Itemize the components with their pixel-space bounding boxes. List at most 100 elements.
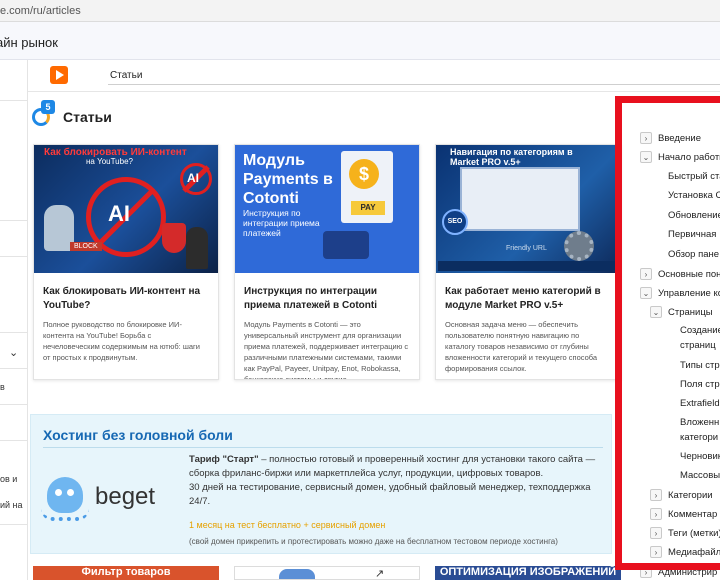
- article-image[interactable]: Модуль Payments в Cotonti Инструкция по …: [235, 145, 419, 273]
- count-badge: 5: [41, 100, 55, 114]
- article-image[interactable]: Навигация по категориям в Market PRO v.5…: [436, 145, 620, 273]
- article-description: Основная задача меню — обеспечить пользо…: [445, 320, 598, 373]
- tab-underline: [108, 84, 720, 85]
- article-card[interactable]: Как блокировать ИИ-контент на YouTube? A…: [33, 144, 219, 380]
- image-title: Модуль Payments в Cotonti: [243, 152, 333, 207]
- image-title: Навигация по категориям в Market PRO v.5…: [450, 147, 573, 167]
- play-icon[interactable]: [50, 66, 68, 84]
- toc-item[interactable]: Extrafield: [680, 398, 720, 409]
- hosting-text: 30 дней на тестирование, сервисный домен…: [189, 482, 591, 507]
- expand-icon[interactable]: ›: [650, 527, 662, 539]
- ai-label: AI: [187, 171, 199, 185]
- collapse-icon[interactable]: ⌄: [640, 287, 652, 299]
- toc-item[interactable]: Вложенн: [680, 417, 719, 428]
- site-title: айн рынок: [0, 35, 58, 50]
- article-card-partial[interactable]: Фильтр товаров: [33, 566, 219, 580]
- article-description: Полное руководство по блокировке ИИ-конт…: [43, 320, 200, 362]
- article-title[interactable]: Как работает меню категорий в модуле Mar…: [445, 285, 611, 313]
- article-title[interactable]: Инструкция по интеграции приема платежей…: [244, 285, 410, 313]
- toc-item[interactable]: ⌄ Управление ко: [640, 287, 720, 299]
- screen-illustration: [460, 167, 580, 231]
- toc-item[interactable]: › Теги (метки): [650, 527, 720, 539]
- article-card[interactable]: Модуль Payments в Cotonti Инструкция по …: [234, 144, 420, 380]
- toc-item[interactable]: категори: [680, 432, 718, 443]
- browser-address-bar[interactable]: e.com/ru/articles: [0, 0, 720, 22]
- tariff-label: Тариф "Старт": [189, 454, 259, 465]
- sidebar-divider: [0, 440, 28, 441]
- sidebar-divider: [0, 220, 28, 221]
- toc-item[interactable]: Поля стр: [680, 379, 720, 390]
- toc-item[interactable]: Обновление: [668, 210, 720, 221]
- credit-card-illustration: [323, 231, 369, 259]
- ai-label: AI: [108, 201, 130, 226]
- sidebar-divider: [0, 332, 28, 333]
- collapse-icon[interactable]: ⌄: [650, 306, 662, 318]
- left-sidebar: ⌄ в ов и ий на: [0, 60, 28, 580]
- friendly-url-label: Friendly URL: [506, 245, 547, 252]
- article-card-partial[interactable]: ↗: [234, 566, 420, 580]
- divider: [43, 447, 603, 448]
- table-of-contents: › Введение ⌄ Начало работы Быстрый ста Уст…: [630, 126, 720, 580]
- promo-text: 1 месяц на тест бесплатно + сервисный до…: [189, 520, 386, 530]
- sidebar-item[interactable]: в: [0, 382, 5, 392]
- hosting-heading[interactable]: Хостинг без головной боли: [43, 427, 233, 443]
- hosting-description: Тариф "Старт" – полностью готовый и пров…: [189, 453, 603, 509]
- promo-note: (свой домен прикрепить и протестировать …: [189, 537, 558, 546]
- sidebar-item[interactable]: ий на: [0, 500, 23, 510]
- toc-item[interactable]: Создание: [680, 325, 720, 336]
- hosting-promo: Хостинг без головной боли beget Тариф "С…: [30, 414, 612, 554]
- toc-item[interactable]: Черновик: [680, 451, 720, 462]
- article-card[interactable]: Навигация по категориям в Market PRO v.5…: [435, 144, 621, 380]
- toc-item[interactable]: › Введение: [640, 132, 701, 144]
- cloud-icon: [279, 569, 315, 579]
- sidebar-item[interactable]: ов и: [0, 474, 17, 484]
- toc-item[interactable]: Типы стр: [680, 360, 720, 371]
- toc-item[interactable]: страниц: [680, 340, 716, 351]
- tab-strip: Статьи: [28, 60, 720, 92]
- shield-lock-icon: [162, 223, 186, 253]
- article-card-partial[interactable]: ОПТИМИЗАЦИЯ ИЗОБРАЖЕНИЙ: [435, 566, 621, 580]
- beget-logo[interactable]: beget: [39, 477, 189, 527]
- expand-icon[interactable]: ›: [650, 546, 662, 558]
- toc-item[interactable]: Обзор пане: [668, 249, 719, 260]
- sidebar-divider: [0, 256, 28, 257]
- toc-item[interactable]: › Основные пон: [640, 268, 720, 280]
- toc-item[interactable]: ⌄ Начало работы: [640, 151, 720, 163]
- chevron-down-icon[interactable]: ⌄: [9, 346, 18, 359]
- expand-icon[interactable]: ›: [650, 489, 662, 501]
- expand-icon[interactable]: ›: [640, 566, 652, 578]
- gear-icon: [564, 231, 594, 261]
- toc-item[interactable]: Первичная: [668, 229, 716, 240]
- seo-icon: SEO: [442, 209, 468, 235]
- sidebar-divider: [0, 404, 28, 405]
- article-image[interactable]: Как блокировать ИИ-контент на YouTube? A…: [34, 145, 218, 273]
- toc-item[interactable]: › Медиафайл: [650, 546, 720, 558]
- block-label: BLOCK: [70, 242, 102, 251]
- pay-label: PAY: [351, 201, 385, 215]
- toc-item[interactable]: › Администрир: [640, 566, 717, 578]
- expand-icon[interactable]: ›: [640, 268, 652, 280]
- dollar-coin-icon: $: [349, 159, 379, 189]
- beget-wordmark: beget: [95, 483, 156, 510]
- sidebar-divider: [0, 524, 28, 525]
- expand-icon[interactable]: ›: [650, 508, 662, 520]
- page-title: Статьи: [63, 109, 112, 125]
- article-description: Модуль Payments в Cotonti — это универса…: [244, 320, 409, 380]
- toc-item[interactable]: › Комментар: [650, 508, 717, 520]
- person-illustration: [186, 227, 208, 269]
- toc-item[interactable]: ⌄ Страницы: [650, 306, 713, 318]
- toc-item[interactable]: Быстрый ста: [668, 171, 720, 182]
- image-caption: на YouTube?: [86, 157, 133, 166]
- octopus-icon: [47, 477, 83, 513]
- expand-icon[interactable]: ›: [640, 132, 652, 144]
- external-link-icon: ↗: [375, 568, 385, 580]
- toc-item[interactable]: › Категории: [650, 489, 713, 501]
- toc-item[interactable]: Массовые: [680, 470, 720, 481]
- toc-item[interactable]: Установка C: [668, 190, 720, 201]
- sidebar-divider: [0, 100, 28, 101]
- collapse-icon[interactable]: ⌄: [640, 151, 652, 163]
- octopus-legs: [41, 509, 89, 521]
- article-title[interactable]: Как блокировать ИИ-контент на YouTube?: [43, 285, 209, 313]
- address-text: e.com/ru/articles: [0, 5, 81, 17]
- tab-articles[interactable]: Статьи: [110, 70, 142, 81]
